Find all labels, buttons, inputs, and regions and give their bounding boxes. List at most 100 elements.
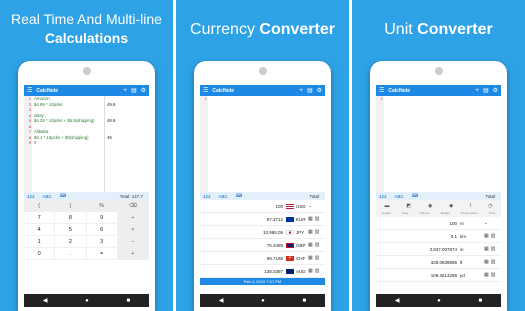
unit-amount[interactable]: 0.1: [379, 234, 460, 239]
settings-icon[interactable]: ⚙: [141, 88, 146, 94]
currency-amount[interactable]: 99.7196: [203, 256, 286, 261]
category-volume[interactable]: Volume: [419, 211, 429, 217]
key[interactable]: ÷: [117, 212, 149, 224]
delete-icon[interactable]: ▥: [315, 255, 320, 261]
unit-row[interactable]: 3,937.007874 in ▦ ▥: [376, 243, 501, 256]
currency-amount[interactable]: 76.3498: [203, 243, 286, 248]
currency-row[interactable]: 100 USD ⌄: [200, 200, 325, 213]
area-icon[interactable]: ◩: [406, 203, 411, 209]
key[interactable]: 3: [86, 236, 118, 248]
delete-icon[interactable]: ▥: [491, 272, 496, 278]
menu-icon[interactable]: ☰: [379, 88, 384, 94]
note-editor[interactable]: 1: [376, 96, 501, 192]
delete-icon[interactable]: ▥: [315, 216, 320, 222]
key[interactable]: 7: [24, 212, 56, 224]
calc-icon[interactable]: ▦: [308, 242, 313, 248]
weight-icon[interactable]: ◆: [449, 203, 453, 209]
tab-alpha[interactable]: ABC: [43, 194, 52, 199]
delete-icon[interactable]: ▥: [491, 259, 496, 265]
delete-icon[interactable]: ▥: [315, 268, 320, 274]
settings-icon[interactable]: ⚙: [317, 88, 322, 94]
currency-row[interactable]: 76.3498 GBP ▦ ▥: [200, 239, 325, 252]
currency-row[interactable]: 87.3712 EUR ▦ ▥: [200, 213, 325, 226]
key[interactable]: %: [86, 200, 118, 212]
calc-icon[interactable]: ▦: [308, 268, 313, 274]
note-editor[interactable]: 1: [200, 96, 325, 192]
key[interactable]: .: [55, 248, 87, 260]
menu-icon[interactable]: ☰: [27, 88, 32, 94]
ruler-icon[interactable]: ▬: [384, 203, 389, 209]
home-icon[interactable]: ●: [261, 298, 265, 304]
add-icon[interactable]: +: [123, 88, 127, 94]
unit-row[interactable]: 328.0839895 ft ▦ ▥: [376, 256, 501, 269]
clock-icon[interactable]: ◷: [488, 203, 492, 209]
tab-keyboard[interactable]: ⌨: [412, 193, 419, 199]
key[interactable]: 6: [86, 224, 118, 236]
note-lines[interactable]: Amazon $4.99 * 10pcks eBay $4.29 * 10pck…: [34, 96, 104, 146]
unit-row[interactable]: 0.1 km ▦ ▥: [376, 230, 501, 243]
folder-icon[interactable]: ▤: [131, 88, 137, 94]
unit-row[interactable]: 100 m ⌄: [376, 217, 501, 230]
category-time[interactable]: Time: [489, 211, 496, 217]
key[interactable]: ): [55, 200, 87, 212]
unit-amount[interactable]: 3,937.007874: [379, 247, 460, 252]
unit-amount[interactable]: 109.3613298: [379, 273, 460, 278]
calc-icon[interactable]: ▦: [484, 272, 489, 278]
tab-numeric[interactable]: 123: [203, 194, 211, 199]
note-line[interactable]: #: [34, 140, 104, 146]
calc-icon[interactable]: ▦: [484, 233, 489, 239]
category-area[interactable]: Area: [402, 211, 408, 217]
tab-alpha[interactable]: ABC: [219, 194, 228, 199]
note-line[interactable]: $4.29 * 10pcks + $5.9(shipping): [34, 118, 104, 124]
currency-row[interactable]: 10,988.05 JPY ▦ ▥: [200, 226, 325, 239]
key[interactable]: 4: [24, 224, 56, 236]
tab-numeric[interactable]: 123: [379, 194, 387, 199]
back-icon[interactable]: ◀: [219, 297, 224, 304]
folder-icon[interactable]: ▤: [483, 88, 489, 94]
home-icon[interactable]: ●: [85, 298, 89, 304]
tab-alpha[interactable]: ABC: [395, 194, 404, 199]
unit-row[interactable]: 109.3613298 yd ▦ ▥: [376, 269, 501, 282]
recents-icon[interactable]: ■: [303, 298, 307, 304]
folder-icon[interactable]: ▤: [307, 88, 313, 94]
add-icon[interactable]: +: [475, 88, 479, 94]
category-weight[interactable]: Weight: [440, 211, 449, 217]
key[interactable]: 8: [55, 212, 87, 224]
tab-keyboard[interactable]: ⌨: [236, 193, 243, 199]
note-editor[interactable]: 1 2 3 4 5 6 7 8 9 Amazon $4.99 * 10pcks …: [24, 96, 149, 192]
calc-icon[interactable]: ▦: [308, 255, 313, 261]
unit-amount[interactable]: 328.0839895: [379, 260, 460, 265]
currency-row[interactable]: 99.7196 + CHF ▦ ▥: [200, 252, 325, 265]
calc-icon[interactable]: ▦: [484, 259, 489, 265]
chevron-down-icon[interactable]: ⌄: [308, 203, 312, 209]
delete-icon[interactable]: ▥: [491, 233, 496, 239]
currency-row[interactable]: 138.3397 AUD ▦ ▥: [200, 265, 325, 278]
calc-icon[interactable]: ▦: [484, 246, 489, 252]
thermometer-icon[interactable]: ǀ: [470, 203, 471, 209]
key[interactable]: −: [117, 236, 149, 248]
key[interactable]: 0: [24, 248, 56, 260]
tab-numeric[interactable]: 123: [27, 194, 35, 199]
currency-amount[interactable]: 87.3712: [203, 217, 286, 222]
recents-icon[interactable]: ■: [127, 298, 131, 304]
key[interactable]: 9: [86, 212, 118, 224]
calc-icon[interactable]: ▦: [308, 229, 313, 235]
category-length[interactable]: Length: [382, 211, 391, 217]
chevron-down-icon[interactable]: ⌄: [484, 220, 488, 226]
key[interactable]: 2: [55, 236, 87, 248]
key[interactable]: +: [117, 248, 149, 260]
unit-amount[interactable]: 100: [379, 221, 460, 226]
tab-keyboard[interactable]: ⌨: [60, 193, 67, 199]
menu-icon[interactable]: ☰: [203, 88, 208, 94]
category-temperature[interactable]: Temperature: [461, 211, 478, 217]
key[interactable]: 1: [24, 236, 56, 248]
back-icon[interactable]: ◀: [43, 297, 48, 304]
home-icon[interactable]: ●: [437, 298, 441, 304]
settings-icon[interactable]: ⚙: [493, 88, 498, 94]
currency-amount[interactable]: 100: [203, 204, 286, 209]
add-icon[interactable]: +: [299, 88, 303, 94]
backspace-key[interactable]: ⌫: [117, 200, 149, 212]
volume-icon[interactable]: ◉: [428, 203, 432, 209]
currency-amount[interactable]: 138.3397: [203, 269, 286, 274]
recents-icon[interactable]: ■: [479, 298, 483, 304]
